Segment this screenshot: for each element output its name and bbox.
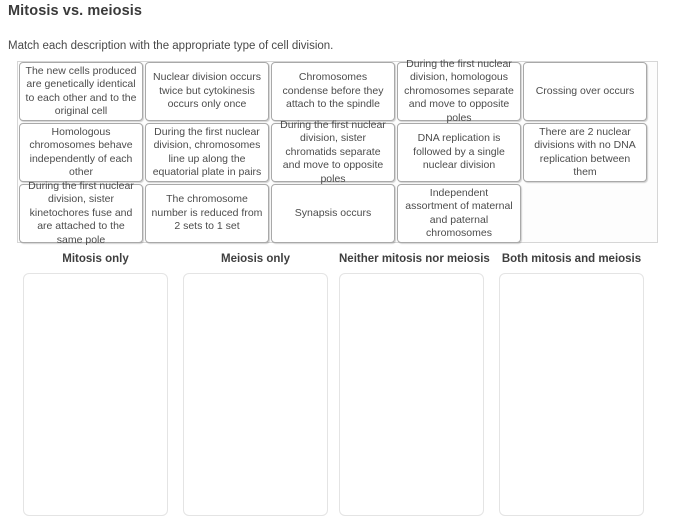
draggable-card[interactable]: During the first nuclear division, chrom… — [145, 123, 269, 182]
card-label: Synapsis occurs — [294, 206, 372, 219]
card-label: During the first nuclear division, homol… — [404, 57, 514, 124]
draggable-card[interactable]: There are 2 nuclear divisions with no DN… — [523, 123, 647, 182]
card-label: During the first nuclear division, siste… — [280, 118, 386, 185]
card-label: During the first nuclear division, chrom… — [152, 125, 262, 179]
dropzone-both-mitosis-and-meiosis[interactable] — [499, 273, 644, 516]
dropzone-meiosis-only[interactable] — [183, 273, 328, 516]
card-label: The chromosome number is reduced from 2 … — [151, 193, 263, 233]
card-row: During the first nuclear division, siste… — [19, 180, 655, 246]
card-label: Homologous chromosomes behave independen… — [29, 125, 133, 179]
dropzone-mitosis-only[interactable] — [23, 273, 168, 516]
column-meiosis-only: Meiosis only — [183, 251, 328, 516]
draggable-card[interactable]: The new cells produced are genetically i… — [19, 62, 143, 121]
card-label: During the first nuclear division, siste… — [28, 179, 134, 246]
draggable-card[interactable]: Nuclear division occurs twice but cytoki… — [145, 62, 269, 121]
draggable-card[interactable]: Independent assortment of maternal and p… — [397, 184, 521, 243]
draggable-card[interactable]: The chromosome number is reduced from 2 … — [145, 184, 269, 243]
column-mitosis-only: Mitosis only — [23, 251, 168, 516]
column-header: Both mitosis and meiosis — [501, 253, 642, 265]
draggable-card-list: The new cells produced are genetically i… — [19, 58, 655, 246]
draggable-card[interactable]: During the first nuclear division, homol… — [397, 58, 521, 124]
draggable-card[interactable]: Crossing over occurs — [523, 62, 647, 121]
page-title: Mitosis vs. meiosis — [8, 3, 143, 19]
card-row: Homologous chromosomes behave independen… — [19, 119, 655, 185]
draggable-card[interactable]: Homologous chromosomes behave independen… — [19, 123, 143, 182]
dropzone-neither-mitosis-nor-meiosis[interactable] — [339, 273, 484, 516]
card-label: The new cells produced are genetically i… — [25, 64, 137, 118]
column-neither-mitosis-nor-meiosis: Neither mitosis nor meiosis — [339, 251, 490, 516]
card-label: Chromosomes condense before they attach … — [282, 71, 384, 111]
column-both-mitosis-and-meiosis: Both mitosis and meiosis — [499, 251, 644, 516]
draggable-card[interactable]: Synapsis occurs — [271, 184, 395, 243]
column-header: Mitosis only — [62, 253, 129, 265]
column-header: Meiosis only — [220, 253, 291, 265]
card-label: Crossing over occurs — [535, 84, 635, 97]
column-header: Neither mitosis nor meiosis — [339, 253, 490, 265]
draggable-card[interactable]: Chromosomes condense before they attach … — [271, 62, 395, 121]
draggable-card[interactable]: During the first nuclear division, siste… — [19, 180, 143, 246]
card-label: DNA replication is followed by a single … — [413, 132, 505, 172]
draggable-card[interactable]: DNA replication is followed by a single … — [397, 123, 521, 182]
draggable-card[interactable]: During the first nuclear division, siste… — [271, 119, 395, 185]
card-row: The new cells produced are genetically i… — [19, 58, 655, 124]
card-label: Nuclear division occurs twice but cytoki… — [153, 71, 261, 111]
instructions-text: Match each description with the appropri… — [8, 40, 334, 52]
card-label: There are 2 nuclear divisions with no DN… — [534, 125, 636, 179]
card-label: Independent assortment of maternal and p… — [405, 186, 513, 240]
